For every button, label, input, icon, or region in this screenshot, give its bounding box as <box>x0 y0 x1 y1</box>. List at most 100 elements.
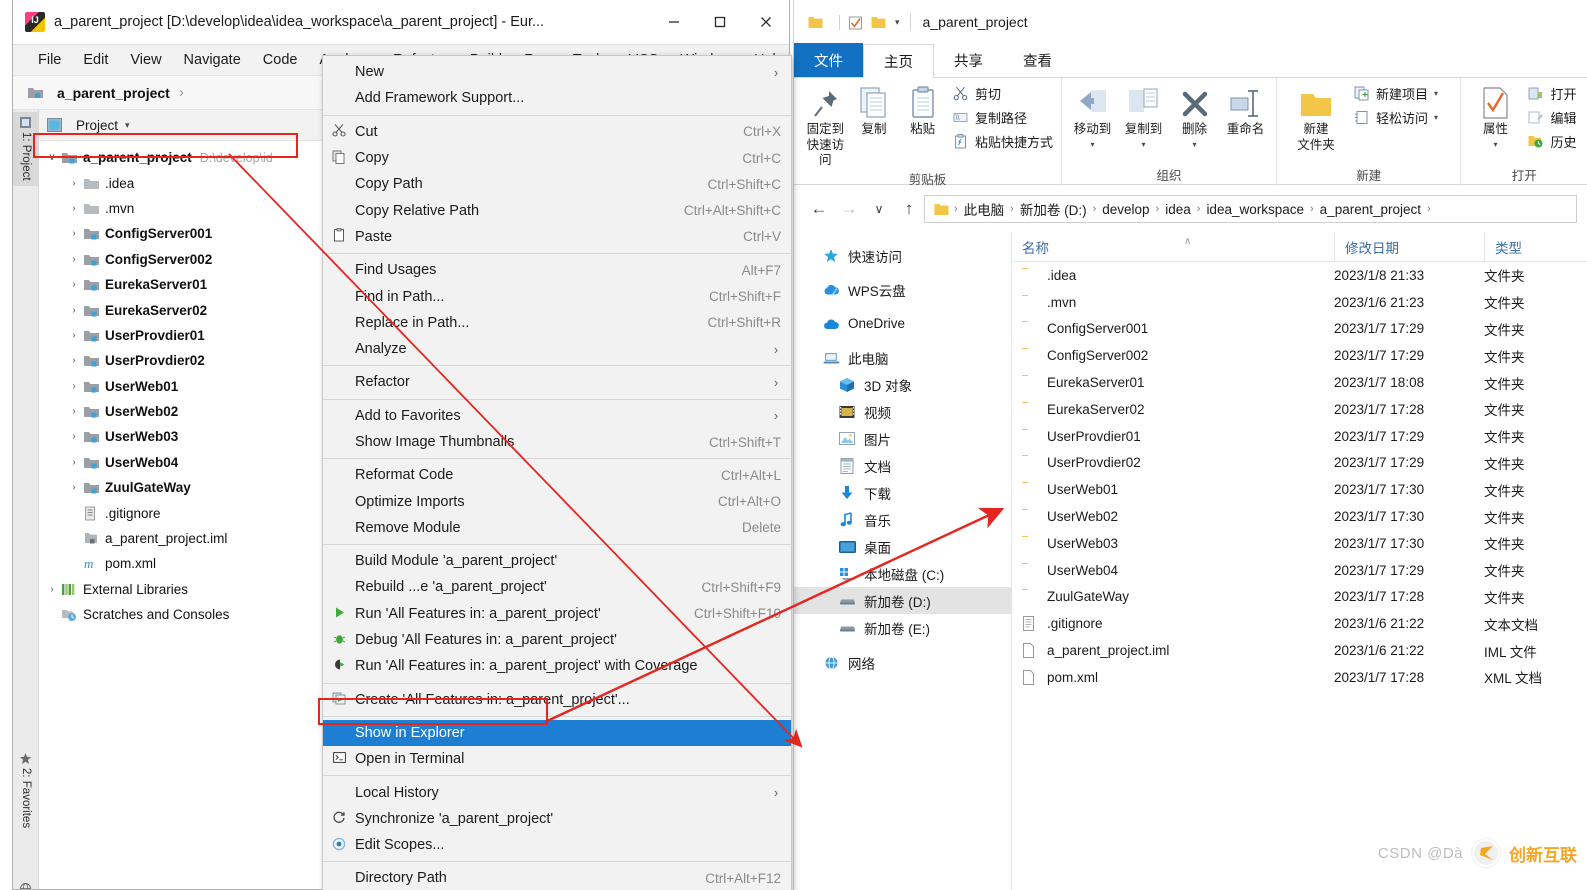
menu-item-cut[interactable]: Cut Ctrl+X <box>323 119 791 145</box>
menu-item-analyze[interactable]: Analyze › <box>323 336 791 362</box>
menu-item-find-in-path[interactable]: Find in Path... Ctrl+Shift+F <box>323 283 791 309</box>
nav-item-documents[interactable]: 文档 <box>794 452 1011 479</box>
breadcrumb-a-parent-project[interactable]: a_parent_project <box>1317 202 1424 217</box>
chevron-right-icon[interactable]: › <box>65 178 83 189</box>
menu-item-replace-in-path[interactable]: Replace in Path... Ctrl+Shift+R <box>323 310 791 336</box>
save-check-icon[interactable] <box>848 16 863 29</box>
menu-item-open-in-terminal[interactable]: Open in Terminal <box>323 746 791 772</box>
cut-button[interactable]: 剪切 <box>952 84 1053 103</box>
rename-button[interactable]: 重命名 <box>1223 84 1268 138</box>
nav-item-downloads[interactable]: 下载 <box>794 479 1011 506</box>
chevron-right-icon[interactable]: › <box>65 381 83 392</box>
chevron-right-icon[interactable]: › <box>65 254 83 265</box>
breadcrumb-this-pc[interactable]: 此电脑 <box>961 199 1008 219</box>
folder-icon[interactable] <box>808 16 823 29</box>
up-button[interactable]: ↑ <box>894 194 924 224</box>
chevron-right-icon[interactable]: › <box>65 203 83 214</box>
nav-item-local-disk-c[interactable]: 本地磁盘 (C:) <box>794 560 1011 587</box>
file-row[interactable]: pom.xml 2023/1/7 17:28 XML 文档 <box>1012 664 1587 691</box>
nav-item-quick-access[interactable]: 快速访问 <box>794 242 1011 269</box>
chevron-down-icon[interactable]: ▾ <box>1434 89 1438 98</box>
sidebar-item-project[interactable]: 1: Project <box>13 112 39 186</box>
file-row[interactable]: ConfigServer001 2023/1/7 17:29 文件夹 <box>1012 316 1587 343</box>
file-row[interactable]: a_parent_project.iml 2023/1/6 21:22 IML … <box>1012 637 1587 664</box>
menu-item-show-image-thumbnails[interactable]: Show Image Thumbnails Ctrl+Shift+T <box>323 429 791 455</box>
file-row[interactable]: .mvn 2023/1/6 21:23 文件夹 <box>1012 289 1587 316</box>
chevron-down-icon[interactable]: ▾ <box>1090 140 1094 150</box>
nav-item-desktop[interactable]: 桌面 <box>794 533 1011 560</box>
menu-item-new[interactable]: New › <box>323 59 791 85</box>
chevron-right-icon[interactable]: › <box>65 279 83 290</box>
nav-item-drive-d[interactable]: 新加卷 (D:) <box>794 587 1011 614</box>
menu-item-refactor[interactable]: Refactor › <box>323 369 791 395</box>
file-row[interactable]: ConfigServer002 2023/1/7 17:29 文件夹 <box>1012 342 1587 369</box>
open-button[interactable]: 打开 <box>1527 84 1576 103</box>
easy-access-button[interactable]: 轻松访问 ▾ <box>1353 108 1438 127</box>
menu-item-debug-all-features[interactable]: Debug 'All Features in: a_parent_project… <box>323 627 791 653</box>
menu-item-copy[interactable]: Copy Ctrl+C <box>323 145 791 171</box>
delete-button[interactable]: 删除 ▾ <box>1172 84 1217 150</box>
sidebar-item-favorites[interactable]: 2: Favorites <box>13 748 39 833</box>
chevron-down-icon[interactable]: ▾ <box>1141 140 1145 150</box>
new-folder-button[interactable]: 新建 文件夹 <box>1285 84 1347 153</box>
file-row[interactable]: UserWeb01 2023/1/7 17:30 文件夹 <box>1012 476 1587 503</box>
menu-item-find-usages[interactable]: Find Usages Alt+F7 <box>323 257 791 283</box>
copy-button[interactable]: 复制 <box>851 84 898 138</box>
new-item-button[interactable]: 新建项目 ▾ <box>1353 84 1438 103</box>
chevron-right-icon[interactable]: › <box>65 431 83 442</box>
chevron-right-icon[interactable]: › <box>43 584 61 595</box>
chevron-down-icon[interactable]: ▾ <box>1434 113 1438 122</box>
menu-item-local-history[interactable]: Local History › <box>323 779 791 805</box>
menu-item-build-module[interactable]: Build Module 'a_parent_project' <box>323 548 791 574</box>
nav-item-pictures[interactable]: 图片 <box>794 425 1011 452</box>
nav-item-music[interactable]: 音乐 <box>794 506 1011 533</box>
nav-item-this-pc[interactable]: 此电脑 <box>794 344 1011 371</box>
menu-item-remove-module[interactable]: Remove Module Delete <box>323 515 791 541</box>
menu-item-optimize-imports[interactable]: Optimize Imports Ctrl+Alt+O <box>323 488 791 514</box>
nav-item-network[interactable]: 网络 <box>794 649 1011 676</box>
forward-button[interactable]: → <box>834 194 864 224</box>
menu-item-synchronize[interactable]: Synchronize 'a_parent_project' <box>323 806 791 832</box>
history-button[interactable]: 历史 <box>1527 132 1576 151</box>
back-button[interactable]: ← <box>804 194 834 224</box>
file-row[interactable]: UserWeb03 2023/1/7 17:30 文件夹 <box>1012 530 1587 557</box>
minimize-icon[interactable] <box>651 0 697 45</box>
menu-item-rebuild-module[interactable]: Rebuild ...e 'a_parent_project' Ctrl+Shi… <box>323 574 791 600</box>
chevron-right-icon[interactable]: › <box>65 406 83 417</box>
chevron-right-icon[interactable]: › <box>65 355 83 366</box>
menu-item-create-run-configuration[interactable]: Create 'All Features in: a_parent_projec… <box>323 687 791 713</box>
file-row[interactable]: UserWeb02 2023/1/7 17:30 文件夹 <box>1012 503 1587 530</box>
folder-icon[interactable] <box>871 16 886 29</box>
chevron-down-icon[interactable]: ▾ <box>1192 140 1196 150</box>
breadcrumb-drive-d[interactable]: 新加卷 (D:) <box>1017 199 1090 219</box>
column-header-name[interactable]: 名称 ∧ <box>1012 232 1334 262</box>
tab-file[interactable]: 文件 <box>794 43 863 77</box>
chevron-right-icon[interactable]: › <box>65 305 83 316</box>
menu-item-add-framework-support[interactable]: Add Framework Support... <box>323 85 791 111</box>
file-row[interactable]: UserProvdier02 2023/1/7 17:29 文件夹 <box>1012 450 1587 477</box>
move-to-button[interactable]: 移动到 ▾ <box>1070 84 1115 150</box>
chevron-down-icon[interactable]: ▾ <box>895 17 900 28</box>
tab-home[interactable]: 主页 <box>863 44 934 78</box>
edit-button[interactable]: 编辑 <box>1527 108 1576 127</box>
nav-item-3d-objects[interactable]: 3D 对象 <box>794 371 1011 398</box>
menu-edit[interactable]: Edit <box>72 49 119 71</box>
menu-item-run-all-features[interactable]: Run 'All Features in: a_parent_project' … <box>323 601 791 627</box>
close-icon[interactable] <box>743 0 789 45</box>
breadcrumb-develop[interactable]: develop <box>1099 202 1152 217</box>
menu-view[interactable]: View <box>119 49 172 71</box>
tab-view[interactable]: 查看 <box>1003 43 1072 77</box>
chevron-right-icon[interactable]: › <box>65 330 83 341</box>
chevron-down-icon[interactable]: ∨ <box>43 152 61 163</box>
menu-item-edit-scopes[interactable]: Edit Scopes... <box>323 832 791 858</box>
file-row[interactable]: UserProvdier01 2023/1/7 17:29 文件夹 <box>1012 423 1587 450</box>
chevron-down-icon[interactable]: ▾ <box>1493 140 1497 150</box>
copy-to-button[interactable]: 复制到 ▾ <box>1121 84 1166 150</box>
menu-item-paste[interactable]: Paste Ctrl+V <box>323 224 791 250</box>
project-view-label[interactable]: Project <box>76 118 118 133</box>
paste-shortcut-button[interactable]: 粘贴快捷方式 <box>952 132 1053 151</box>
file-row[interactable]: EurekaServer01 2023/1/7 18:08 文件夹 <box>1012 369 1587 396</box>
menu-navigate[interactable]: Navigate <box>173 49 252 71</box>
file-row[interactable]: UserWeb04 2023/1/7 17:29 文件夹 <box>1012 557 1587 584</box>
menu-item-show-in-explorer[interactable]: Show in Explorer <box>323 719 791 747</box>
